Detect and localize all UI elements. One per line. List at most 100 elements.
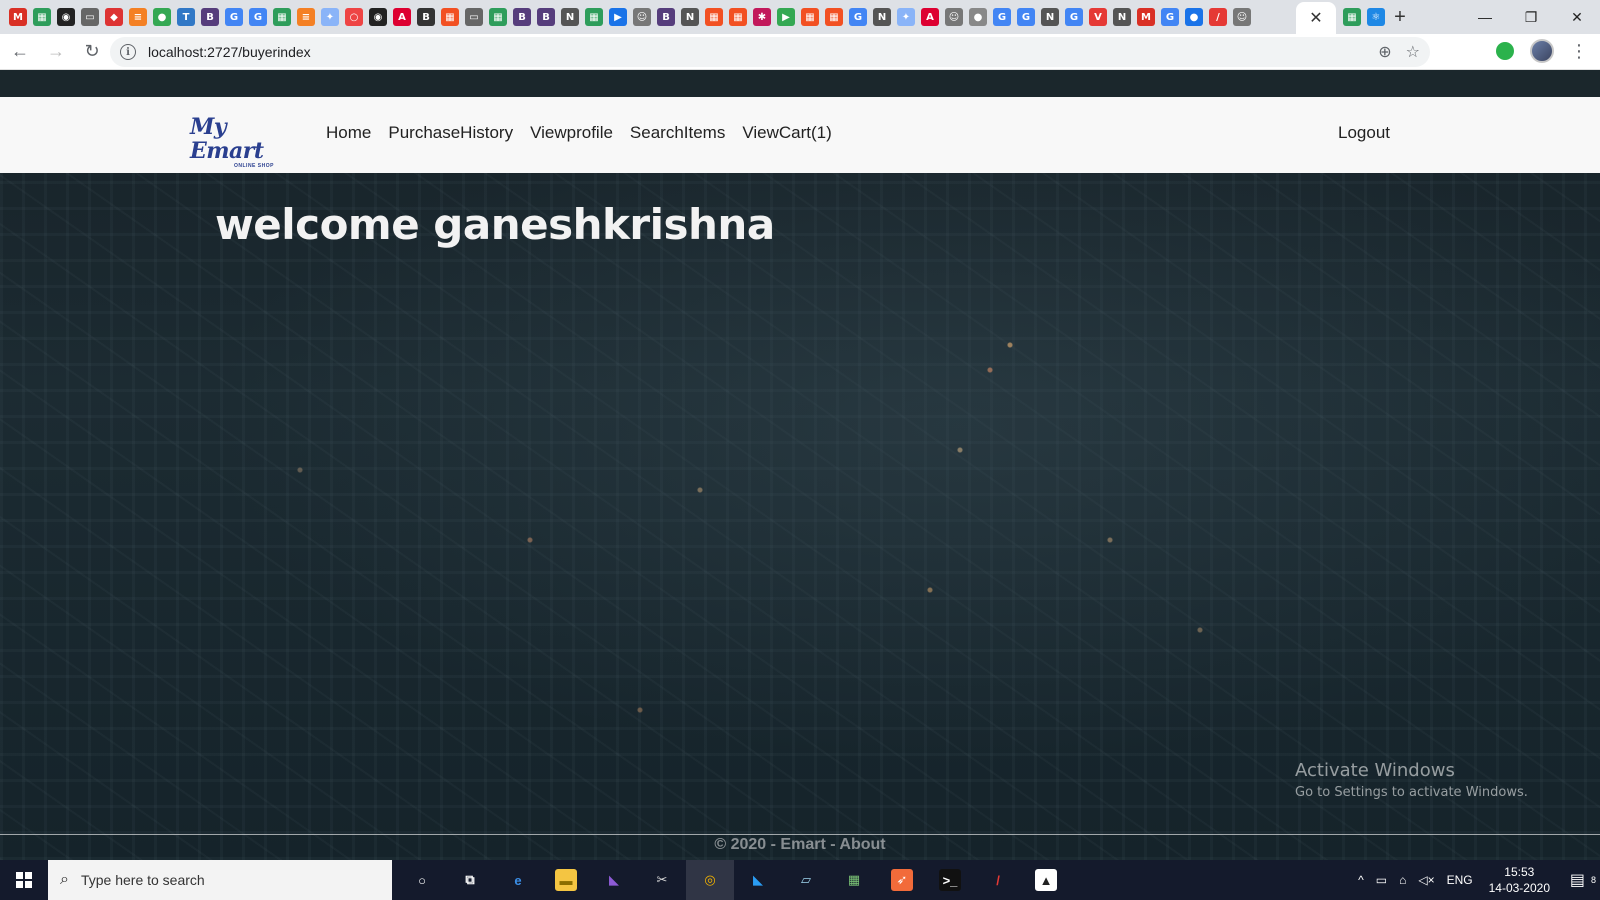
forward-button[interactable]: → xyxy=(40,36,72,68)
chrome-taskbar-button[interactable]: ◎ xyxy=(686,860,734,900)
notion-favicon-icon[interactable]: N xyxy=(561,8,579,26)
tray-chevron-icon[interactable]: ^ xyxy=(1358,873,1364,887)
file-explorer-taskbar-button[interactable]: ▬ xyxy=(542,860,590,900)
chart-favicon-icon[interactable]: ▦ xyxy=(1343,8,1361,26)
close-window-button[interactable]: ✕ xyxy=(1554,0,1600,34)
vue-favicon-icon[interactable]: V xyxy=(1089,8,1107,26)
google-favicon-icon[interactable]: G xyxy=(1161,8,1179,26)
site-info-icon[interactable]: i xyxy=(120,44,136,60)
chat-favicon-icon[interactable]: ▭ xyxy=(465,8,483,26)
nav-search-items-link[interactable]: SearchItems xyxy=(630,123,725,143)
photos-taskbar-button[interactable]: ▲ xyxy=(1022,860,1070,900)
new-tab-button[interactable]: + xyxy=(1388,5,1412,29)
address-bar[interactable]: i localhost:2727/buyerindex ⊕ ☆ xyxy=(110,37,1430,67)
google-favicon-icon[interactable]: G xyxy=(225,8,243,26)
microsoft-favicon-icon[interactable]: ▦ xyxy=(825,8,843,26)
back-button[interactable]: ← xyxy=(4,36,36,68)
terminal-taskbar-button[interactable]: >_ xyxy=(926,860,974,900)
chart-favicon-icon[interactable]: ▦ xyxy=(489,8,507,26)
start-button[interactable] xyxy=(0,860,48,900)
profile-avatar[interactable] xyxy=(1530,39,1554,63)
emart-logo[interactable]: My Emart ONLINE SHOP xyxy=(190,115,302,169)
app-favicon-icon[interactable]: ◆ xyxy=(105,8,123,26)
nav-purchase-history-link[interactable]: PurchaseHistory xyxy=(388,123,513,143)
office-taskbar-button[interactable]: ▦ xyxy=(830,860,878,900)
microsoft-favicon-icon[interactable]: ▦ xyxy=(705,8,723,26)
visual-studio-taskbar-button[interactable]: ◣ xyxy=(590,860,638,900)
reload-button[interactable]: ↻ xyxy=(76,36,108,68)
google-favicon-icon[interactable]: G xyxy=(249,8,267,26)
notion-favicon-icon[interactable]: N xyxy=(1041,8,1059,26)
typescript-favicon-icon[interactable]: T xyxy=(177,8,195,26)
vscode-taskbar-button[interactable]: ◣ xyxy=(734,860,782,900)
video-favicon-icon[interactable]: ▶ xyxy=(609,8,627,26)
google-favicon-icon[interactable]: G xyxy=(849,8,867,26)
volume-muted-icon[interactable]: ◁× xyxy=(1418,873,1434,887)
play-favicon-icon[interactable]: ▶ xyxy=(777,8,795,26)
angular-favicon-icon[interactable]: A xyxy=(393,8,411,26)
nav-view-profile-link[interactable]: Viewprofile xyxy=(530,123,613,143)
tools-taskbar-button[interactable]: ✂ xyxy=(638,860,686,900)
bookmark-star-icon[interactable]: ☆ xyxy=(1406,42,1420,62)
user-favicon-icon[interactable]: ☺ xyxy=(1233,8,1251,26)
bold-favicon-icon[interactable]: B xyxy=(417,8,435,26)
postman-taskbar-button[interactable]: ➶ xyxy=(878,860,926,900)
bootstrap-favicon-icon[interactable]: B xyxy=(513,8,531,26)
github-favicon-icon[interactable]: ◉ xyxy=(369,8,387,26)
nav-view-cart-link[interactable]: ViewCart(1) xyxy=(742,123,831,143)
microsoft-favicon-icon[interactable]: ▦ xyxy=(441,8,459,26)
google-favicon-icon[interactable]: G xyxy=(1065,8,1083,26)
microsoft-favicon-icon[interactable]: ▦ xyxy=(801,8,819,26)
pin-favicon-icon[interactable]: ✦ xyxy=(321,8,339,26)
chat-favicon-icon[interactable]: ▭ xyxy=(81,8,99,26)
user-favicon-icon[interactable]: ☺ xyxy=(945,8,963,26)
url-text[interactable]: localhost:2727/buyerindex xyxy=(148,44,311,60)
chart-favicon-icon[interactable]: ▦ xyxy=(585,8,603,26)
gmail-favicon-icon[interactable]: M xyxy=(9,8,27,26)
notion-favicon-icon[interactable]: N xyxy=(873,8,891,26)
angular-favicon-icon[interactable]: A xyxy=(921,8,939,26)
bootstrap-favicon-icon[interactable]: B xyxy=(657,8,675,26)
zoom-icon[interactable]: ⊕ xyxy=(1378,42,1391,62)
wifi-icon[interactable]: ⌂ xyxy=(1399,873,1406,887)
pin-favicon-icon[interactable]: ✦ xyxy=(897,8,915,26)
pen-favicon-icon[interactable]: / xyxy=(1209,8,1227,26)
network-icon[interactable]: ▭ xyxy=(1376,873,1387,887)
google-favicon-icon[interactable]: G xyxy=(993,8,1011,26)
notion-favicon-icon[interactable]: N xyxy=(681,8,699,26)
stack-favicon-icon[interactable]: ≡ xyxy=(129,8,147,26)
nav-home-link[interactable]: Home xyxy=(326,123,371,143)
browser-menu-icon[interactable]: ⋮ xyxy=(1570,41,1588,62)
globe-favicon-icon[interactable]: ● xyxy=(153,8,171,26)
minimize-button[interactable]: — xyxy=(1462,0,1508,34)
circle-favicon-icon[interactable]: ○ xyxy=(345,8,363,26)
pen-app-taskbar-button[interactable]: / xyxy=(974,860,1022,900)
language-indicator[interactable]: ENG xyxy=(1447,873,1473,887)
notification-center-button[interactable]: ▤ 8 xyxy=(1560,860,1600,900)
chart-favicon-icon[interactable]: ▦ xyxy=(273,8,291,26)
active-tab[interactable]: ✕ xyxy=(1296,2,1336,34)
microsoft-favicon-icon[interactable]: ▦ xyxy=(729,8,747,26)
cortana-taskbar-button[interactable]: ○ xyxy=(398,860,446,900)
task-view-taskbar-button[interactable]: ⧉ xyxy=(446,860,494,900)
github-favicon-icon[interactable]: ◉ xyxy=(57,8,75,26)
edge-taskbar-button[interactable]: e xyxy=(494,860,542,900)
restore-button[interactable]: ❐ xyxy=(1508,0,1554,34)
extension-icon[interactable] xyxy=(1496,42,1514,60)
search-placeholder[interactable]: Type here to search xyxy=(81,872,205,888)
react-favicon-icon[interactable]: ⚛ xyxy=(1367,8,1385,26)
user-favicon-icon[interactable]: ☺ xyxy=(633,8,651,26)
globe-favicon-icon[interactable]: ● xyxy=(1185,8,1203,26)
stack-favicon-icon[interactable]: ≡ xyxy=(297,8,315,26)
notes-taskbar-button[interactable]: ▱ xyxy=(782,860,830,900)
bootstrap-favicon-icon[interactable]: B xyxy=(537,8,555,26)
gmail-favicon-icon[interactable]: M xyxy=(1137,8,1155,26)
close-tab-icon[interactable]: ✕ xyxy=(1309,8,1322,28)
google-favicon-icon[interactable]: G xyxy=(1017,8,1035,26)
notion-favicon-icon[interactable]: N xyxy=(1113,8,1131,26)
chart-favicon-icon[interactable]: ▦ xyxy=(33,8,51,26)
logout-link[interactable]: Logout xyxy=(1338,123,1390,143)
clock[interactable]: 15:53 14-03-2020 xyxy=(1489,864,1550,896)
globe-favicon-icon[interactable]: ● xyxy=(969,8,987,26)
bug-favicon-icon[interactable]: ✱ xyxy=(753,8,771,26)
